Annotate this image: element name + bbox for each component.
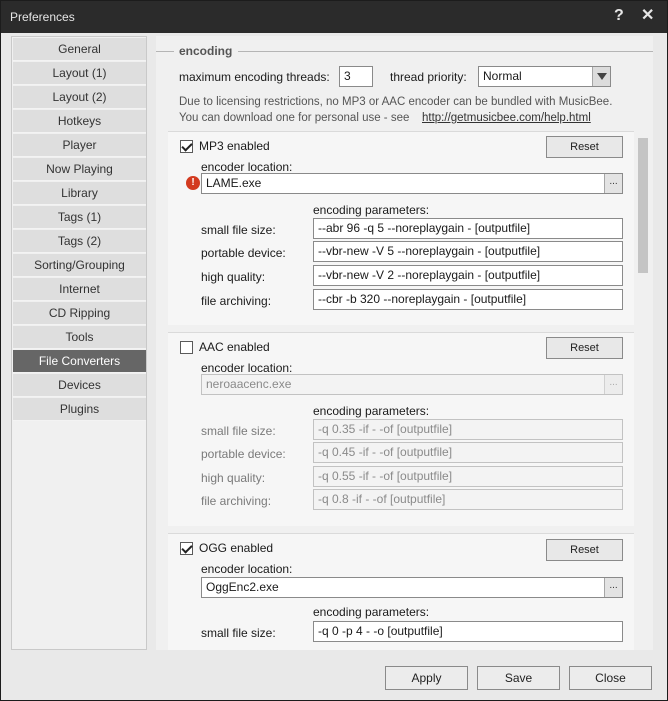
mp3-browse-button[interactable]: ... (604, 174, 622, 193)
aac-encoder-panel: AAC enabled Reset encoder location: nero… (168, 332, 634, 526)
aac-portable-input[interactable]: -q 0.45 -if - -of [outputfile] (313, 442, 623, 463)
aac-location-value: neroaacenc.exe (206, 377, 292, 391)
window-title: Preferences (10, 10, 75, 24)
ogg-small-file-input[interactable]: -q 0 -p 4 - -o [outputfile] (313, 621, 623, 642)
aac-enabled-label: AAC enabled (199, 340, 270, 354)
ogg-reset-button[interactable]: Reset (546, 539, 623, 561)
save-button[interactable]: Save (477, 666, 560, 690)
mp3-small-file-input[interactable]: --abr 96 -q 5 --noreplaygain - [outputfi… (313, 218, 623, 239)
mp3-high-quality-input[interactable]: --vbr-new -V 2 --noreplaygain - [outputf… (313, 265, 623, 286)
close-button[interactable]: Close (569, 666, 652, 690)
mp3-location-input[interactable]: LAME.exe ... (201, 173, 623, 194)
mp3-enabled-checkbox[interactable] (180, 140, 193, 153)
ogg-params-label: encoding parameters: (313, 605, 430, 619)
apply-button[interactable]: Apply (385, 666, 468, 690)
aac-archiving-input[interactable]: -q 0.8 -if - -of [outputfile] (313, 489, 623, 510)
scrollbar-thumb[interactable] (638, 138, 648, 273)
ogg-location-label: encoder location: (201, 562, 293, 576)
section-title-encoding: encoding (179, 44, 233, 58)
aac-location-label: encoder location: (201, 361, 293, 375)
threads-input[interactable]: 3 (339, 66, 373, 87)
sidebar-item-file-converters[interactable]: File Converters (13, 350, 146, 373)
sidebar-item-cd-ripping[interactable]: CD Ripping (13, 302, 146, 325)
sidebar-item-now-playing[interactable]: Now Playing (13, 158, 146, 181)
aac-browse-button[interactable]: ... (604, 375, 622, 394)
aac-params-label: encoding parameters: (313, 404, 430, 418)
aac-reset-button[interactable]: Reset (546, 337, 623, 359)
sidebar-item-general[interactable]: General (13, 38, 146, 61)
ogg-location-input[interactable]: OggEnc2.exe ... (201, 577, 623, 598)
ogg-enabled-checkbox[interactable] (180, 542, 193, 555)
ogg-enabled-label: OGG enabled (199, 541, 274, 555)
mp3-params-label: encoding parameters: (313, 203, 430, 217)
mp3-archiving-input[interactable]: --cbr -b 320 --noreplaygain - [outputfil… (313, 289, 623, 310)
dialog-footer: Apply Save Close (1, 656, 667, 700)
mp3-location-value: LAME.exe (206, 176, 262, 190)
sidebar-item-layout-1[interactable]: Layout (1) (13, 62, 146, 85)
priority-select-value: Normal (483, 69, 522, 83)
help-link[interactable]: http://getmusicbee.com/help.html (422, 112, 591, 124)
close-icon[interactable]: ✕ (641, 7, 654, 25)
sidebar-item-tags-1[interactable]: Tags (1) (13, 206, 146, 229)
mp3-portable-label: portable device: (201, 246, 286, 260)
aac-archiving-label: file archiving: (201, 494, 272, 508)
preferences-window: Preferences ? ✕ General Layout (1) Layou… (0, 0, 668, 701)
mp3-location-label: encoder location: (201, 160, 293, 174)
warning-icon: ! (186, 176, 200, 190)
ogg-browse-button[interactable]: ... (604, 578, 622, 597)
sidebar-item-tools[interactable]: Tools (13, 326, 146, 349)
aac-high-quality-input[interactable]: -q 0.55 -if - -of [outputfile] (313, 466, 623, 487)
priority-label: thread priority: (390, 70, 467, 84)
section-divider (238, 51, 653, 52)
sidebar-item-tags-2[interactable]: Tags (2) (13, 230, 146, 253)
mp3-reset-button[interactable]: Reset (546, 136, 623, 158)
aac-high-quality-label: high quality: (201, 471, 266, 485)
sidebar-item-sorting-grouping[interactable]: Sorting/Grouping (13, 254, 146, 277)
mp3-high-quality-label: high quality: (201, 270, 266, 284)
sidebar-item-plugins[interactable]: Plugins (13, 398, 146, 421)
aac-enabled-checkbox[interactable] (180, 341, 193, 354)
sidebar-item-hotkeys[interactable]: Hotkeys (13, 110, 146, 133)
sidebar-item-library[interactable]: Library (13, 182, 146, 205)
ogg-location-value: OggEnc2.exe (206, 580, 279, 594)
title-bar: Preferences ? ✕ (1, 1, 667, 33)
aac-location-input[interactable]: neroaacenc.exe ... (201, 374, 623, 395)
settings-content: encoding maximum encoding threads: 3 thr… (156, 36, 653, 650)
download-note: You can download one for personal use - … (179, 112, 410, 124)
aac-portable-label: portable device: (201, 447, 286, 461)
section-divider (156, 51, 174, 52)
licensing-note: Due to licensing restrictions, no MP3 or… (179, 96, 613, 108)
mp3-portable-input[interactable]: --vbr-new -V 5 --noreplaygain - [outputf… (313, 241, 623, 262)
sidebar-item-layout-2[interactable]: Layout (2) (13, 86, 146, 109)
chevron-down-icon[interactable] (592, 67, 610, 86)
ogg-encoder-panel: OGG enabled Reset encoder location: OggE… (168, 533, 634, 650)
mp3-enabled-label: MP3 enabled (199, 139, 270, 153)
mp3-archiving-label: file archiving: (201, 294, 272, 308)
sidebar-item-player[interactable]: Player (13, 134, 146, 157)
sidebar-item-devices[interactable]: Devices (13, 374, 146, 397)
mp3-encoder-panel: MP3 enabled Reset encoder location: ! LA… (168, 131, 634, 325)
threads-label: maximum encoding threads: (179, 70, 330, 84)
priority-select[interactable]: Normal (478, 66, 611, 87)
help-icon[interactable]: ? (614, 7, 624, 25)
ogg-small-file-label: small file size: (201, 626, 276, 640)
aac-small-file-input[interactable]: -q 0.35 -if - -of [outputfile] (313, 419, 623, 440)
sidebar-item-internet[interactable]: Internet (13, 278, 146, 301)
sidebar: General Layout (1) Layout (2) Hotkeys Pl… (11, 36, 147, 650)
mp3-small-file-label: small file size: (201, 223, 276, 237)
aac-small-file-label: small file size: (201, 424, 276, 438)
